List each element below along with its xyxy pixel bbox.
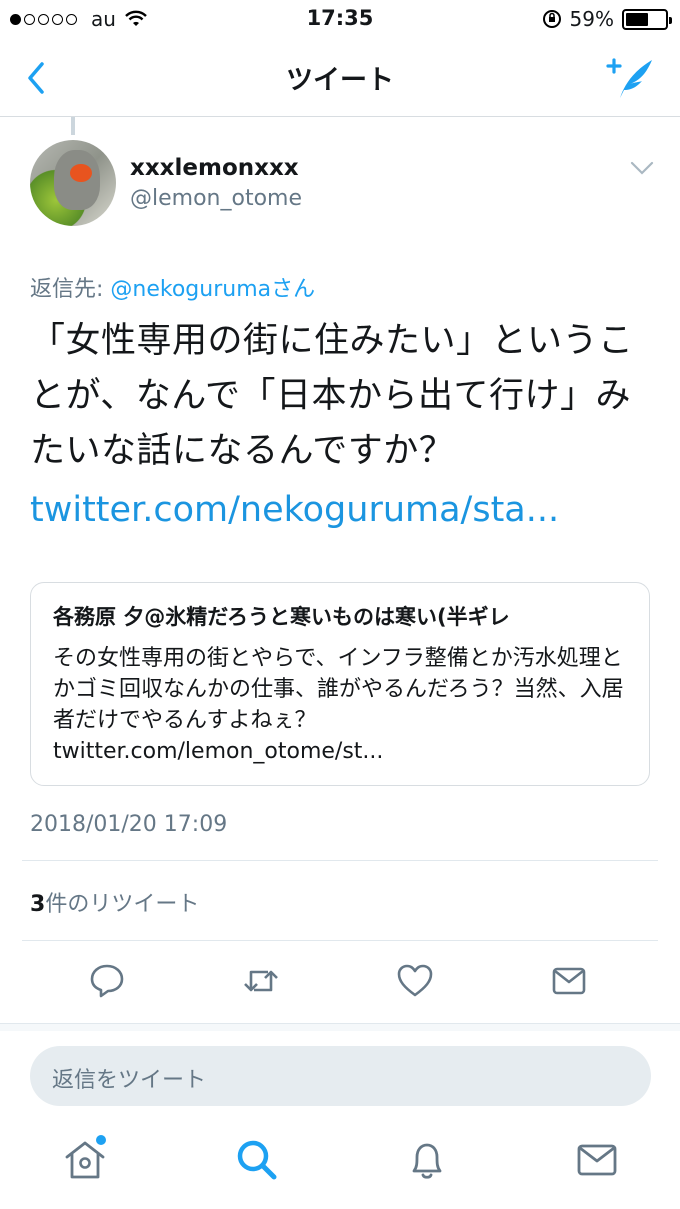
reply-icon[interactable] <box>88 962 126 1000</box>
battery-level <box>626 12 649 26</box>
bell-icon[interactable] <box>404 1137 450 1183</box>
tweet-actions <box>0 962 680 1002</box>
compose-tweet-icon[interactable] <box>606 54 656 100</box>
user-handle[interactable]: @lemon_otome <box>130 186 302 211</box>
reply-to-line: 返信先: @nekogurumaさん <box>30 271 315 303</box>
reply-input[interactable]: 返信をツイート <box>30 1046 651 1106</box>
divider <box>22 860 658 861</box>
avatar-eye-shape <box>70 164 92 182</box>
quoted-tweet-text: その女性専用の街とやらで、インフラ整備とか汚水処理とかゴミ回収なんかの仕事、誰が… <box>53 646 624 733</box>
display-name[interactable]: xxxlemonxxx <box>130 155 299 181</box>
search-icon[interactable] <box>234 1137 280 1183</box>
page-title: ツイート <box>286 65 394 96</box>
retweet-count[interactable]: 3件のリツイート <box>30 886 199 918</box>
messages-envelope-icon[interactable] <box>574 1137 620 1183</box>
chevron-down-icon[interactable] <box>630 160 654 176</box>
home-unread-dot <box>96 1135 106 1145</box>
quoted-tweet-author: 各務原 夕@氷精だろうと寒いものは寒い(半ギレ <box>53 605 510 629</box>
reply-mention-suffix: さん <box>271 277 316 302</box>
tweet-timestamp: 2018/01/20 17:09 <box>30 812 228 837</box>
reply-mention-link[interactable]: @nekoguruma <box>110 277 271 302</box>
divider <box>22 940 658 941</box>
retweet-count-number: 3 <box>30 892 46 917</box>
avatar[interactable] <box>30 140 116 226</box>
envelope-icon[interactable] <box>550 962 588 1000</box>
heart-icon[interactable] <box>396 962 434 1000</box>
status-right: 59% <box>542 7 672 31</box>
tweet-text: 「女性専用の街に住みたい」ということが、なんで「日本から出て行け」みたいな話にな… <box>30 321 634 471</box>
reply-input-placeholder: 返信をツイート <box>52 1068 207 1093</box>
quoted-tweet-card[interactable]: 各務原 夕@氷精だろうと寒いものは寒い(半ギレ その女性専用の街とやらで、インフ… <box>30 582 650 786</box>
tweet-link[interactable]: twitter.com/nekoguruma/sta... <box>30 490 559 530</box>
thread-connector <box>71 117 75 135</box>
battery-percent: 59% <box>569 7 614 31</box>
section-separator <box>0 1023 680 1031</box>
retweet-count-label: 件のリツイート <box>45 892 200 917</box>
quoted-tweet-link: twitter.com/lemon_otome/st... <box>53 739 384 764</box>
status-bar: au 17:35 59% <box>0 0 680 40</box>
retweet-icon[interactable] <box>242 962 280 1000</box>
navigation-bar: ツイート <box>0 40 680 117</box>
battery-icon <box>622 8 672 30</box>
reply-to-prefix: 返信先: <box>30 277 111 302</box>
orientation-lock-icon <box>542 10 561 28</box>
